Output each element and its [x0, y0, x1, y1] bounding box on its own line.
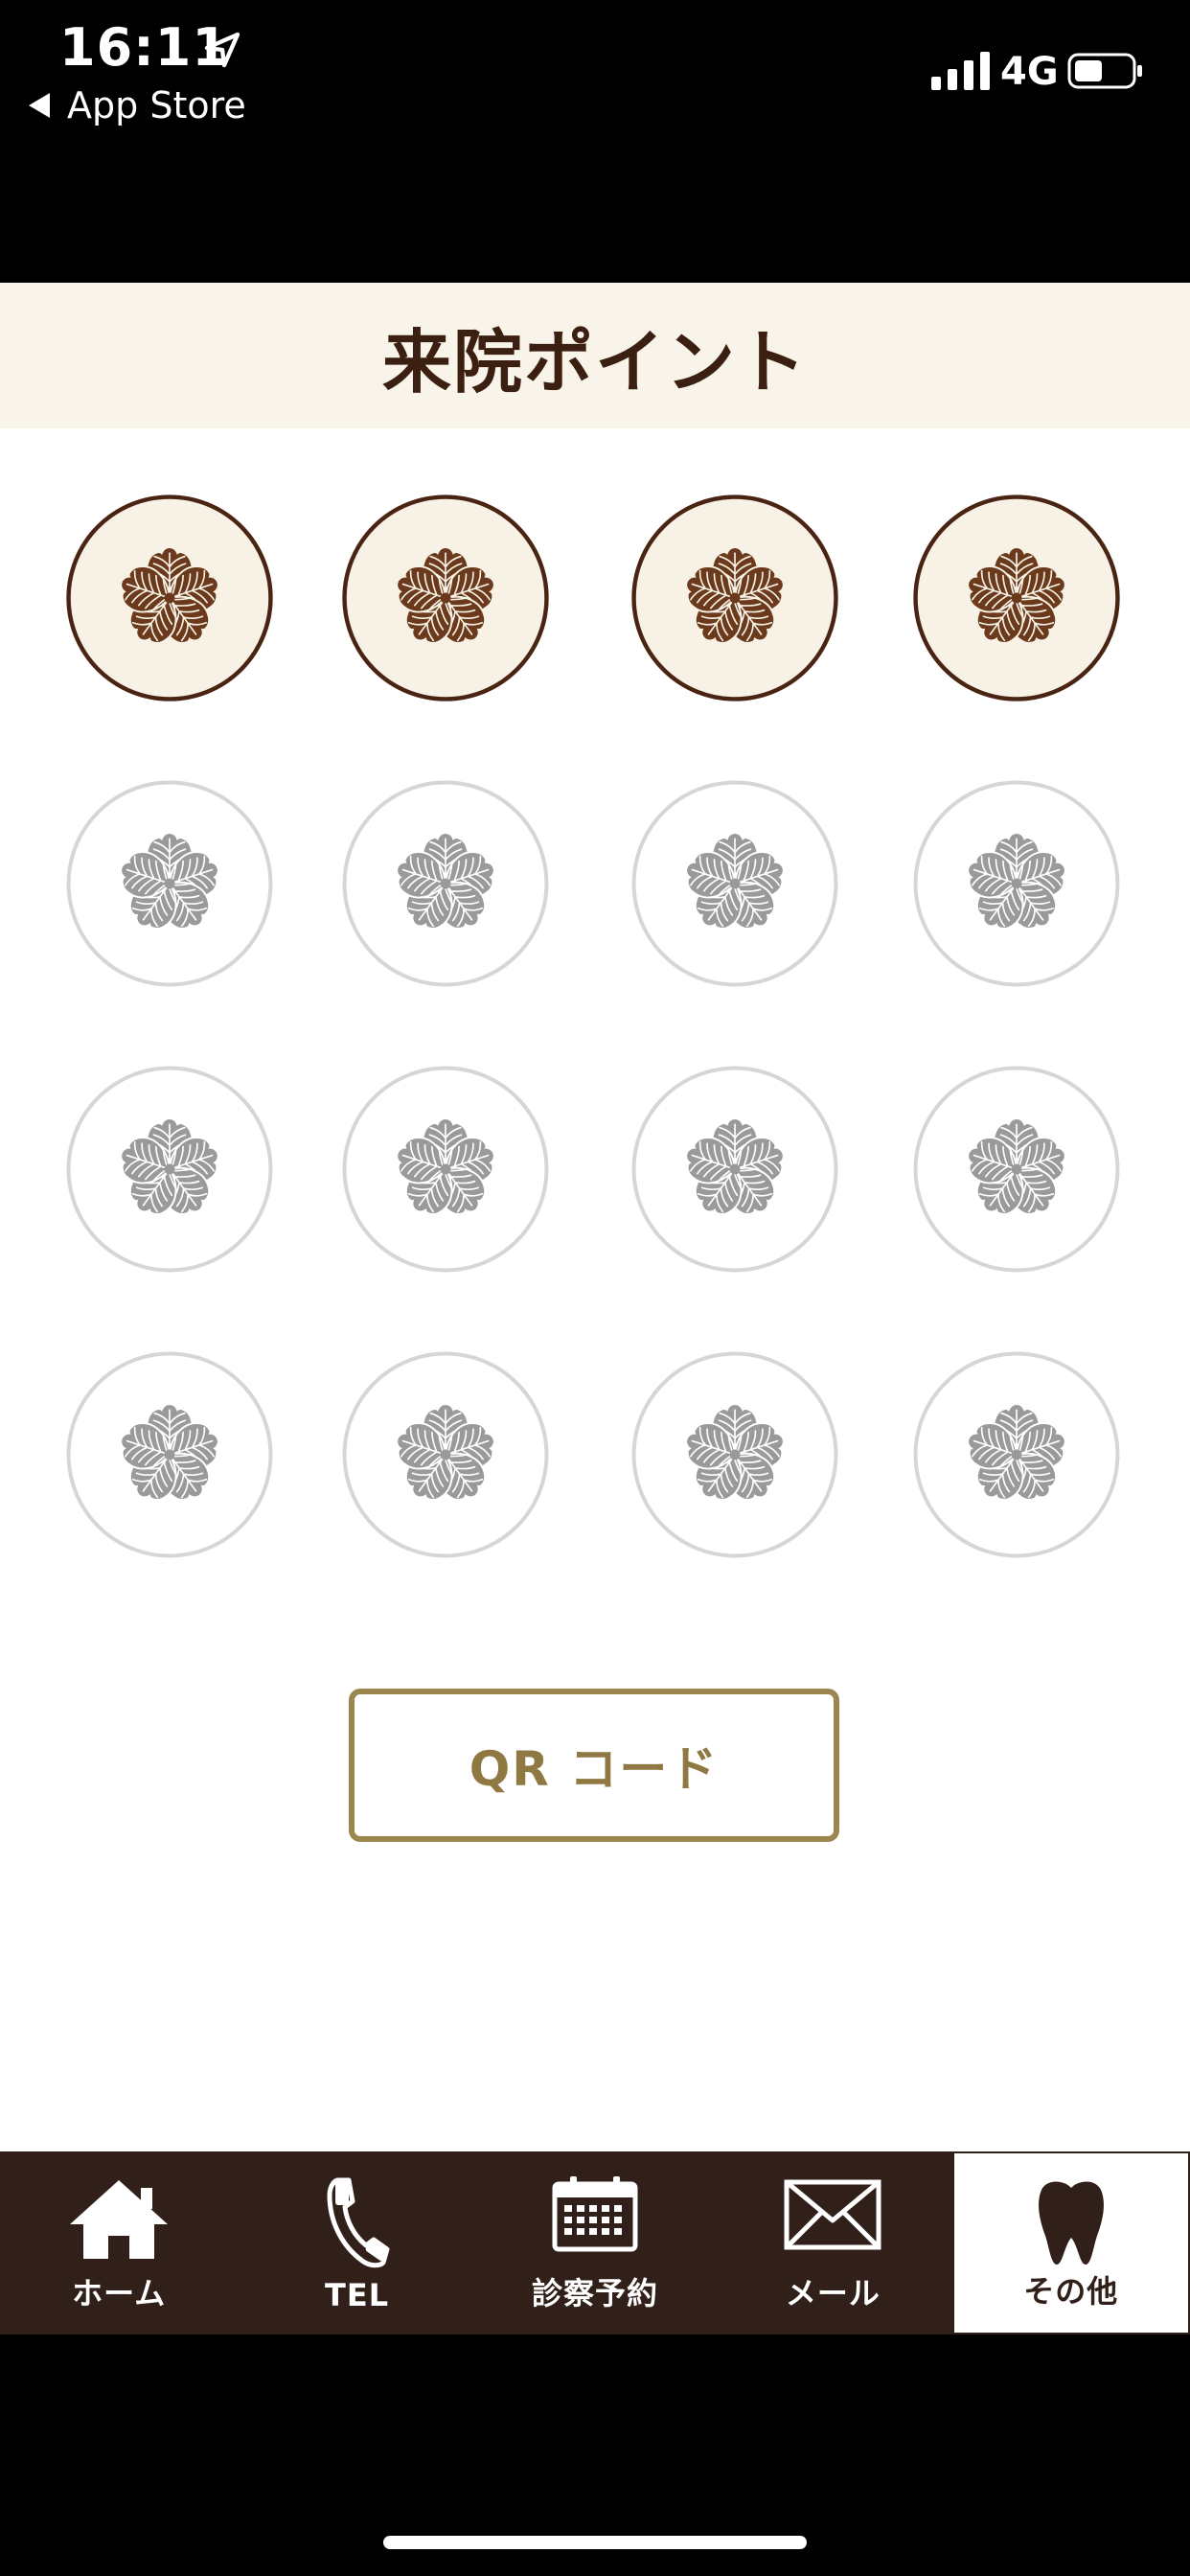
paulownia-crest-icon — [631, 1066, 838, 1273]
stamp-empty — [629, 1348, 841, 1561]
page-title: 来院ポイント — [381, 321, 808, 402]
status-bar: 16:11 App Store 4G — [0, 0, 1190, 283]
signal-strength-icon — [931, 52, 990, 90]
calendar-icon — [552, 2176, 638, 2252]
paulownia-crest-icon — [913, 780, 1120, 987]
tooth-icon — [1038, 2181, 1104, 2265]
home-indicator-area — [0, 2334, 1190, 2576]
back-app-label: App Store — [67, 84, 246, 126]
location-arrow-icon — [204, 32, 240, 68]
qr-code-button[interactable]: QR コード — [349, 1689, 839, 1842]
page-header: 来院ポイント — [0, 283, 1190, 428]
tab-tel-label: TEL — [325, 2277, 390, 2313]
stamp-empty — [629, 777, 841, 990]
paulownia-crest-icon — [913, 494, 1120, 702]
paulownia-crest-icon — [66, 1351, 273, 1558]
stamp-empty — [910, 1348, 1123, 1561]
tab-mail-label: メール — [785, 2275, 881, 2312]
paulownia-crest-icon — [66, 780, 273, 987]
stamp-collected — [339, 492, 552, 704]
stamp-empty — [339, 777, 552, 990]
paulownia-crest-icon — [913, 1066, 1120, 1273]
paulownia-crest-icon — [342, 494, 549, 702]
stamp-collected — [63, 492, 276, 704]
qr-code-button-label: QR コード — [469, 1741, 720, 1797]
stamp-empty — [629, 1063, 841, 1276]
tab-reservation-label: 診察予約 — [531, 2275, 658, 2312]
stamp-empty — [63, 1063, 276, 1276]
tab-bar: ホーム TEL 診察予約 メール その他 — [0, 2151, 1190, 2334]
tab-other[interactable]: その他 — [951, 2151, 1190, 2334]
home-indicator[interactable] — [383, 2536, 807, 2549]
stamp-collected — [910, 492, 1123, 704]
tab-home-label: ホーム — [72, 2275, 167, 2312]
network-type: 4G — [1000, 50, 1059, 94]
tab-tel[interactable]: TEL — [238, 2151, 475, 2334]
phone-icon — [327, 2177, 390, 2268]
stamp-empty — [910, 1063, 1123, 1276]
back-to-app-store[interactable]: App Store — [29, 84, 246, 126]
paulownia-crest-icon — [342, 1066, 549, 1273]
app-screen: 16:11 App Store 4G 来院ポイント QR コード ホーム TEL… — [0, 0, 1190, 2576]
content-area: 来院ポイント QR コード — [0, 283, 1190, 2151]
stamp-empty — [910, 777, 1123, 990]
paulownia-crest-icon — [631, 494, 838, 702]
tab-mail[interactable]: メール — [714, 2151, 951, 2334]
paulownia-crest-icon — [342, 780, 549, 987]
back-triangle-icon — [29, 93, 50, 118]
stamp-collected — [629, 492, 841, 704]
home-icon — [70, 2180, 169, 2259]
paulownia-crest-icon — [66, 1066, 273, 1273]
stamp-empty — [339, 1348, 552, 1561]
battery-icon — [1067, 53, 1142, 89]
paulownia-crest-icon — [631, 780, 838, 987]
stamp-empty — [339, 1063, 552, 1276]
stamp-empty — [63, 1348, 276, 1561]
tab-reservation[interactable]: 診察予約 — [476, 2151, 714, 2334]
tab-other-label: その他 — [1023, 2273, 1119, 2310]
stamp-empty — [63, 777, 276, 990]
tab-home[interactable]: ホーム — [0, 2151, 238, 2334]
paulownia-crest-icon — [913, 1351, 1120, 1558]
paulownia-crest-icon — [631, 1351, 838, 1558]
paulownia-crest-icon — [66, 494, 273, 702]
mail-icon — [784, 2179, 881, 2250]
paulownia-crest-icon — [342, 1351, 549, 1558]
